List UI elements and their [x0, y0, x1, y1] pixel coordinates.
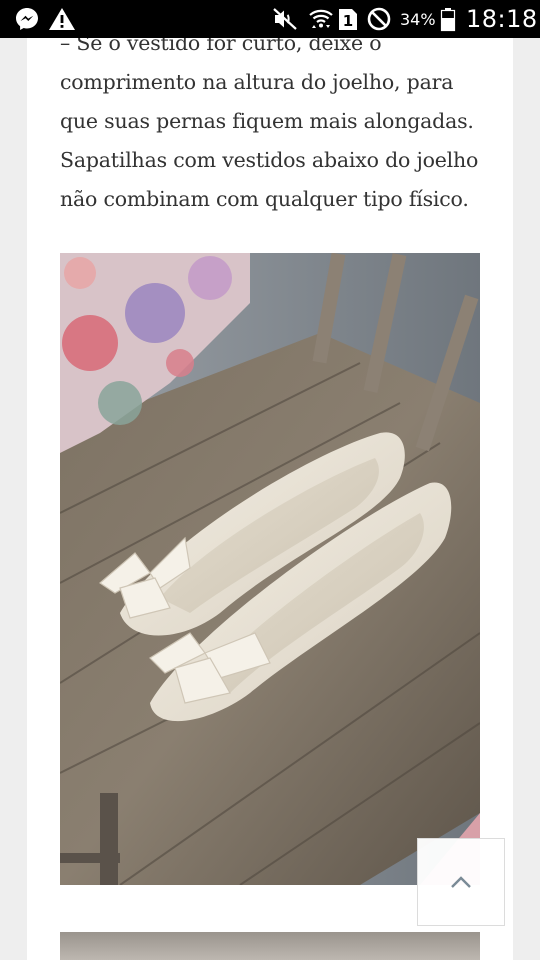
article-line: Sapatilhas com vestidos abaixo do joelho	[60, 148, 479, 172]
mute-icon	[272, 0, 298, 38]
wifi-icon	[308, 0, 334, 38]
article-line: não combinam com qualquer tipo físico.	[60, 187, 469, 211]
warning-icon	[48, 0, 76, 38]
battery-icon	[440, 0, 456, 38]
back-to-top-button[interactable]	[417, 838, 505, 926]
do-not-disturb-icon	[366, 0, 392, 38]
status-bar: 1 34% 18:18	[0, 0, 540, 38]
sim-slot-number: 1	[343, 12, 353, 30]
battery-percent: 34%	[400, 9, 436, 29]
sim-icon: 1	[338, 0, 358, 38]
article-paragraph: – Se o vestido for curto, deixe o compri…	[60, 24, 490, 219]
messenger-icon	[14, 0, 40, 38]
clock-time: 18:18	[466, 5, 538, 33]
article-line: comprimento na altura do joelho, para	[60, 70, 454, 94]
article-photo-next	[60, 932, 480, 960]
article-photo-shoes	[60, 253, 480, 885]
shoes-illustration	[60, 253, 480, 885]
chevron-up-icon	[451, 876, 471, 888]
article-line: que suas pernas fiquem mais alongadas.	[60, 109, 474, 133]
